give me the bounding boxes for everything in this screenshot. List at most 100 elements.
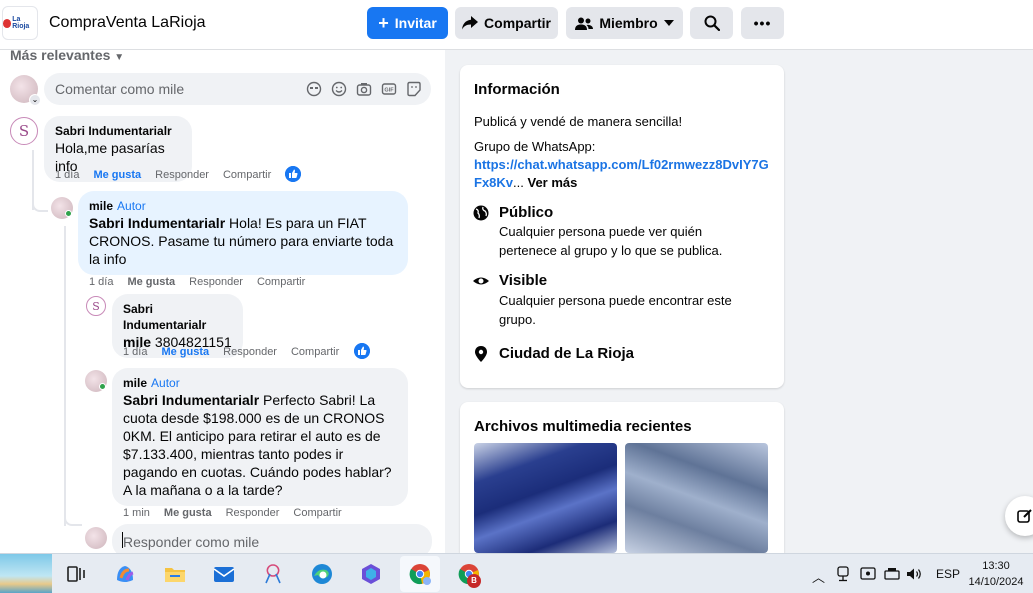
system-clock[interactable]: 13:30 14/10/2024: [958, 558, 1033, 590]
avatar-switch-icon[interactable]: ⌄: [29, 94, 41, 106]
info-card: Información Publicá y vendé de manera se…: [460, 65, 784, 388]
comment-input[interactable]: Comentar como mile GIF: [44, 73, 431, 105]
globe-icon: [473, 205, 489, 221]
group-name[interactable]: CompraVenta LaRioja: [49, 14, 206, 32]
chrome-profile-icon[interactable]: [408, 562, 432, 586]
like-reaction-icon[interactable]: [285, 166, 301, 182]
whatsapp-label: Grupo de WhatsApp:: [474, 139, 596, 154]
svg-text:GIF: GIF: [384, 88, 394, 94]
comment-age[interactable]: 1 día: [55, 169, 79, 181]
clock-time: 13:30: [982, 560, 1010, 572]
comment-age[interactable]: 1 día: [89, 276, 113, 288]
reply-link[interactable]: Responder: [189, 276, 243, 288]
comment-placeholder: Comentar como mile: [55, 81, 185, 97]
comments-panel: Más relevantes ▼ ⌄ Comentar como mile GI…: [0, 50, 445, 553]
sticker-icon[interactable]: [406, 81, 422, 97]
mention-link[interactable]: Sabri Indumentarialr: [123, 392, 259, 408]
commenter-avatar[interactable]: S: [86, 296, 106, 316]
invite-button[interactable]: + Invitar: [367, 7, 448, 39]
chevron-up-icon[interactable]: ︿: [812, 567, 825, 586]
windows-taskbar: B ︿ ESP 13:30 14/10/2024: [0, 553, 1033, 593]
my-avatar[interactable]: [85, 527, 107, 549]
comment-actions: 1 día Me gusta Responder Compartir: [123, 346, 353, 358]
commenter-name[interactable]: mile Autor: [89, 198, 397, 214]
language-indicator[interactable]: ESP: [936, 567, 960, 581]
commenter-name[interactable]: Sabri Indumentarialr: [55, 123, 181, 139]
share-link[interactable]: Compartir: [223, 169, 271, 181]
reply-link[interactable]: Responder: [223, 346, 277, 358]
caret-down-icon: [663, 20, 674, 26]
info-title: Información: [474, 81, 560, 98]
see-more-link[interactable]: Ver más: [528, 175, 578, 190]
edge-icon[interactable]: [310, 562, 334, 586]
group-logo[interactable]: La Rioja: [2, 6, 38, 40]
reply-link[interactable]: Responder: [226, 507, 280, 519]
author-badge: Autor: [151, 376, 180, 390]
avatar-sticker-icon[interactable]: [306, 81, 322, 97]
plus-icon: +: [378, 13, 389, 33]
comment-age[interactable]: 1 min: [123, 507, 150, 519]
comment-age[interactable]: 1 día: [123, 346, 147, 358]
search-button[interactable]: [690, 7, 733, 39]
group-description: Publicá y vendé de manera sencilla!: [474, 114, 683, 129]
commenter-name[interactable]: mile Autor: [123, 375, 397, 391]
comment-text: Sabri Indumentarialr Perfecto Sabri! La …: [123, 392, 392, 498]
thread-connector: [32, 200, 48, 212]
member-button[interactable]: Miembro: [566, 7, 683, 39]
like-link[interactable]: Me gusta: [164, 507, 212, 519]
file-explorer-icon[interactable]: [163, 562, 187, 586]
logo-mark: [3, 18, 12, 28]
like-reaction-icon[interactable]: [354, 343, 370, 359]
ellipsis-text: ...: [513, 175, 524, 190]
reply-input[interactable]: Responder como mile: [112, 524, 432, 553]
comment-actions: 1 min Me gusta Responder Compartir: [123, 507, 356, 519]
share-button[interactable]: Compartir: [455, 7, 558, 39]
location-pin-icon: [475, 346, 487, 362]
copilot-icon[interactable]: [113, 562, 137, 586]
clock-date: 14/10/2024: [968, 576, 1024, 588]
comment-actions: 1 día Me gusta Responder Compartir: [89, 276, 319, 288]
screen-capture-icon[interactable]: [860, 566, 876, 582]
share-link[interactable]: Compartir: [291, 346, 339, 358]
more-options-button[interactable]: •••: [741, 7, 784, 39]
location-text[interactable]: Ciudad de La Rioja: [499, 345, 634, 362]
m365-icon[interactable]: [359, 562, 383, 586]
network-icon[interactable]: [884, 567, 900, 581]
sort-label: Más relevantes: [10, 50, 111, 63]
visibility-title: Visible: [499, 272, 548, 289]
new-message-button[interactable]: [1005, 496, 1033, 536]
commenter-name[interactable]: Sabri Indumentarialr: [123, 301, 232, 333]
privacy-desc: Cualquier persona puede ver quién perten…: [499, 224, 723, 258]
task-view-icon[interactable]: [64, 562, 88, 586]
thread-line: [64, 226, 66, 526]
share-link[interactable]: Compartir: [257, 276, 305, 288]
volume-icon[interactable]: [906, 567, 923, 581]
eye-icon: [473, 277, 489, 285]
emoji-icon[interactable]: [331, 81, 347, 97]
media-card: Archivos multimedia recientes: [460, 402, 784, 553]
member-label: Miembro: [599, 15, 658, 31]
whatsapp-block: Grupo de WhatsApp: https://chat.whatsapp…: [474, 138, 774, 192]
share-arrow-icon: [462, 16, 479, 30]
thread-connector: [64, 512, 82, 526]
like-link[interactable]: Me gusta: [93, 169, 141, 181]
camera-icon[interactable]: [356, 81, 372, 97]
camera-mic-icon[interactable]: [836, 566, 850, 582]
pinned-app-icon[interactable]: [261, 562, 285, 586]
logo-text: La Rioja: [12, 16, 30, 30]
media-thumbnail[interactable]: [625, 443, 768, 553]
share-link[interactable]: Compartir: [293, 507, 341, 519]
share-label: Compartir: [484, 15, 551, 31]
beach-widget-icon[interactable]: [0, 554, 52, 593]
like-link[interactable]: Me gusta: [161, 346, 209, 358]
gif-icon[interactable]: GIF: [381, 81, 397, 97]
whatsapp-link-cont[interactable]: Fx8Kv: [474, 175, 513, 190]
commenter-avatar[interactable]: S: [10, 117, 38, 145]
media-thumbnail[interactable]: [474, 443, 617, 553]
reply-link[interactable]: Responder: [155, 169, 209, 181]
like-link[interactable]: Me gusta: [127, 276, 175, 288]
sort-dropdown[interactable]: Más relevantes ▼: [10, 50, 124, 63]
whatsapp-link[interactable]: https://chat.whatsapp.com/Lf02rmwezz8DvI…: [474, 156, 774, 174]
mention-link[interactable]: Sabri Indumentarialr: [89, 215, 225, 231]
mail-icon[interactable]: [212, 562, 236, 586]
